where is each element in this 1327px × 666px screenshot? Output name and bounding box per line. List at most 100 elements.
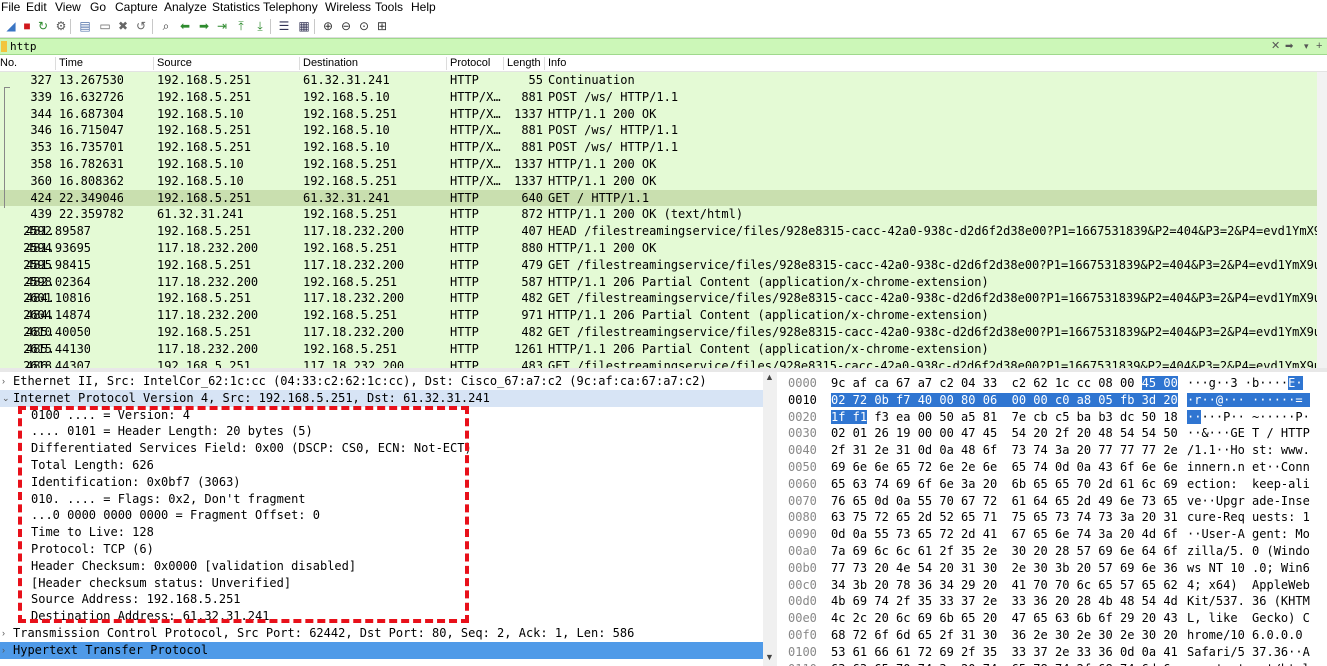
hex-row[interactable]: 0030 02 01 26 19 00 00 47 45 54 20 2f 20 … xyxy=(778,425,1327,442)
collapsed-arrow-icon[interactable]: › xyxy=(2,373,5,390)
column-header-source[interactable]: Source xyxy=(157,57,192,69)
hex-row[interactable]: 00f0 68 72 6f 6d 65 2f 31 30 36 2e 30 2e … xyxy=(778,627,1327,644)
filter-bookmark-icon[interactable] xyxy=(1,41,7,52)
restart-capture-icon[interactable]: ↻ xyxy=(35,18,51,34)
save-file-icon[interactable]: ▭ xyxy=(97,18,113,34)
scroll-down-icon[interactable]: ▼ xyxy=(765,652,774,662)
expanded-arrow-icon[interactable]: ⌄ xyxy=(2,390,10,407)
hex-row[interactable]: 0080 63 75 72 65 2d 52 65 71 75 65 73 74 … xyxy=(778,509,1327,526)
column-divider[interactable] xyxy=(544,57,545,70)
hex-row[interactable]: 00b0 77 73 20 4e 54 20 31 30 2e 30 3b 20 … xyxy=(778,560,1327,577)
packet-row[interactable]: 2601484.108165192.168.5.251117.18.232.20… xyxy=(0,290,1318,308)
menu-capture[interactable]: Capture xyxy=(115,0,158,15)
column-divider[interactable] xyxy=(299,57,300,70)
protocol-tree-item[interactable]: › Ethernet II, Src: IntelCor_62:1c:cc (04… xyxy=(0,373,763,390)
resize-columns-icon[interactable]: ⊞ xyxy=(374,18,390,34)
packet-row[interactable]: 339 16.632726 192.168.5.251 192.168.5.10 HTT… xyxy=(0,88,1317,106)
stop-capture-icon[interactable]: ■ xyxy=(19,18,35,34)
open-file-icon[interactable]: ▤ xyxy=(77,18,93,34)
protocol-tree-item[interactable]: ⌄ Internet Protocol Version 4, Src: 192.1… xyxy=(0,389,763,407)
menu-tools[interactable]: Tools xyxy=(375,0,403,15)
packet-row[interactable]: 2598482.023647117.18.232.200192.168.5.25… xyxy=(0,273,1317,291)
back-icon[interactable]: ⬅ xyxy=(177,18,193,34)
first-packet-icon[interactable]: ⤒ xyxy=(233,18,249,34)
hex-row[interactable]: 0070 76 65 0d 0a 55 70 67 72 61 64 65 2d … xyxy=(778,493,1327,510)
colorize-icon[interactable]: ▦ xyxy=(296,18,312,34)
hex-row[interactable]: 0010 02 72 0b f7 40 00 80 06 00 00 c0 a8 … xyxy=(778,392,1327,409)
packet-row[interactable]: 2604484.148746117.18.232.200192.168.5.25… xyxy=(0,307,1317,325)
apply-filter-icon[interactable]: ➡ xyxy=(1285,39,1293,54)
hex-row[interactable]: 0040 2f 31 2e 31 0d 0a 48 6f 73 74 3a 20 … xyxy=(778,442,1327,459)
packet-row[interactable]: 2610485.400506192.168.5.251117.18.232.20… xyxy=(0,324,1318,341)
menu-view[interactable]: View xyxy=(55,0,81,15)
display-filter-input[interactable]: http xyxy=(10,39,37,54)
packet-row[interactable]: 360 16.808362 192.168.5.10 192.168.5.251 HTT… xyxy=(0,172,1317,190)
menu-go[interactable]: Go xyxy=(90,0,106,15)
column-header-time[interactable]: Time xyxy=(59,57,83,69)
column-header-protocol[interactable]: Protocol xyxy=(450,57,490,69)
close-file-icon[interactable]: ✖ xyxy=(115,18,131,34)
add-filter-button-icon[interactable]: + xyxy=(1316,39,1322,54)
reload-icon[interactable]: ↺ xyxy=(133,18,149,34)
column-header-no[interactable]: No. xyxy=(0,57,17,69)
packet-list[interactable]: 327 13.267530 192.168.5.251 61.32.31.241 HTT… xyxy=(0,72,1327,368)
packet-row[interactable]: 2618486.443076192.168.5.251117.18.232.20… xyxy=(0,357,1318,368)
column-header-info[interactable]: Info xyxy=(548,57,566,69)
zoom-out-icon[interactable]: ⊖ xyxy=(338,18,354,34)
scroll-up-icon[interactable]: ▲ xyxy=(765,372,774,382)
forward-icon[interactable]: ➡ xyxy=(196,18,212,34)
go-to-packet-icon[interactable]: ⇥ xyxy=(214,18,230,34)
hex-row[interactable]: 0090 0d 0a 55 73 65 72 2d 41 67 65 6e 74 … xyxy=(778,526,1327,543)
column-divider[interactable] xyxy=(55,57,56,70)
packet-row[interactable]: 353 16.735701 192.168.5.251 192.168.5.10 HTT… xyxy=(0,139,1317,157)
packet-bytes-pane[interactable]: 0000 9c af ca 67 a7 c2 04 33 c2 62 1c cc … xyxy=(778,372,1327,666)
hex-row[interactable]: 0050 69 6e 6e 65 72 6e 2e 6e 65 74 0d 0a … xyxy=(778,459,1327,476)
capture-options-icon[interactable]: ⚙ xyxy=(53,18,69,34)
packet-row[interactable]: 2595481.984157192.168.5.251117.18.232.20… xyxy=(0,256,1318,274)
collapsed-arrow-icon[interactable]: › xyxy=(2,642,5,659)
hex-row[interactable]: 0110 63 63 65 70 74 3a 20 74 65 78 74 2f … xyxy=(778,661,1327,666)
hex-row[interactable]: 00d0 4b 69 74 2f 35 33 37 2e 33 36 20 28 … xyxy=(778,593,1327,610)
packet-row[interactable]: 439 22.359782 61.32.31.241 192.168.5.251 HTT… xyxy=(0,206,1317,224)
packet-row[interactable]: 358 16.782631 192.168.5.10 192.168.5.251 HTT… xyxy=(0,156,1317,173)
column-divider[interactable] xyxy=(153,57,154,70)
zoom-in-icon[interactable]: ⊕ xyxy=(320,18,336,34)
packet-row[interactable]: 2594481.936957117.18.232.200192.168.5.25… xyxy=(0,240,1317,257)
protocol-tree-item[interactable]: › Hypertext Transfer Protocol xyxy=(0,641,763,659)
column-header-length[interactable]: Length xyxy=(507,57,541,69)
hex-row[interactable]: 00c0 34 3b 20 78 36 34 29 20 41 70 70 6c … xyxy=(778,577,1327,594)
hex-row[interactable]: 0000 9c af ca 67 a7 c2 04 33 c2 62 1c cc … xyxy=(778,375,1327,392)
menu-file[interactable]: File xyxy=(1,0,20,15)
details-scrollbar[interactable]: ▲ ▼ xyxy=(763,372,777,666)
protocol-tree-item[interactable]: › Transmission Control Protocol, Src Port… xyxy=(0,625,763,642)
hex-row[interactable]: 0060 65 63 74 69 6f 6e 3a 20 6b 65 65 70 … xyxy=(778,476,1327,493)
packet-row[interactable]: 424 22.349046 192.168.5.251 61.32.31.241 HTT… xyxy=(0,189,1317,207)
shark-fin-start-icon[interactable]: ◢ xyxy=(3,18,19,34)
hex-row[interactable]: 0020 1f f1 f3 ea 00 50 a5 81 7e cb c5 ba … xyxy=(778,409,1327,426)
display-filter-bar[interactable]: http ✕ ➡ ▾ + xyxy=(0,38,1327,55)
packet-row[interactable]: 327 13.267530 192.168.5.251 61.32.31.241 HTT… xyxy=(0,72,1317,89)
column-header-destination[interactable]: Destination xyxy=(303,57,358,69)
hex-row[interactable]: 0100 53 61 66 61 72 69 2f 35 33 37 2e 33 … xyxy=(778,644,1327,661)
last-packet-icon[interactable]: ⤓ xyxy=(252,18,268,34)
clear-filter-icon[interactable]: ✕ xyxy=(1271,39,1280,54)
normal-size-icon[interactable]: ⊙ xyxy=(356,18,372,34)
menu-wireless[interactable]: Wireless xyxy=(325,0,371,15)
filter-dropdown-icon[interactable]: ▾ xyxy=(1304,39,1309,54)
menu-edit[interactable]: Edit xyxy=(26,0,47,15)
menu-statistics[interactable]: Statistics xyxy=(212,0,260,15)
hex-row[interactable]: 00a0 7a 69 6c 6c 61 2f 35 2e 30 20 28 57 … xyxy=(778,543,1327,560)
menu-telephony[interactable]: Telephony xyxy=(263,0,318,15)
column-divider[interactable] xyxy=(446,57,447,70)
hex-row[interactable]: 00e0 4c 2c 20 6c 69 6b 65 20 47 65 63 6b … xyxy=(778,610,1327,627)
packet-row[interactable]: 346 16.715047 192.168.5.251 192.168.5.10 HTT… xyxy=(0,122,1317,140)
find-packet-icon[interactable]: ⌕ xyxy=(158,18,174,34)
menu-help[interactable]: Help xyxy=(411,0,436,15)
autoscroll-icon[interactable]: ☰ xyxy=(276,18,292,34)
packet-row[interactable]: 2615485.441301117.18.232.200192.168.5.25… xyxy=(0,340,1317,358)
packet-list-scrollbar[interactable] xyxy=(1317,72,1327,368)
column-divider[interactable] xyxy=(503,57,504,70)
packet-row[interactable]: 344 16.687304 192.168.5.10 192.168.5.251 HTT… xyxy=(0,105,1317,123)
collapsed-arrow-icon[interactable]: › xyxy=(2,625,5,642)
menu-analyze[interactable]: Analyze xyxy=(164,0,207,15)
